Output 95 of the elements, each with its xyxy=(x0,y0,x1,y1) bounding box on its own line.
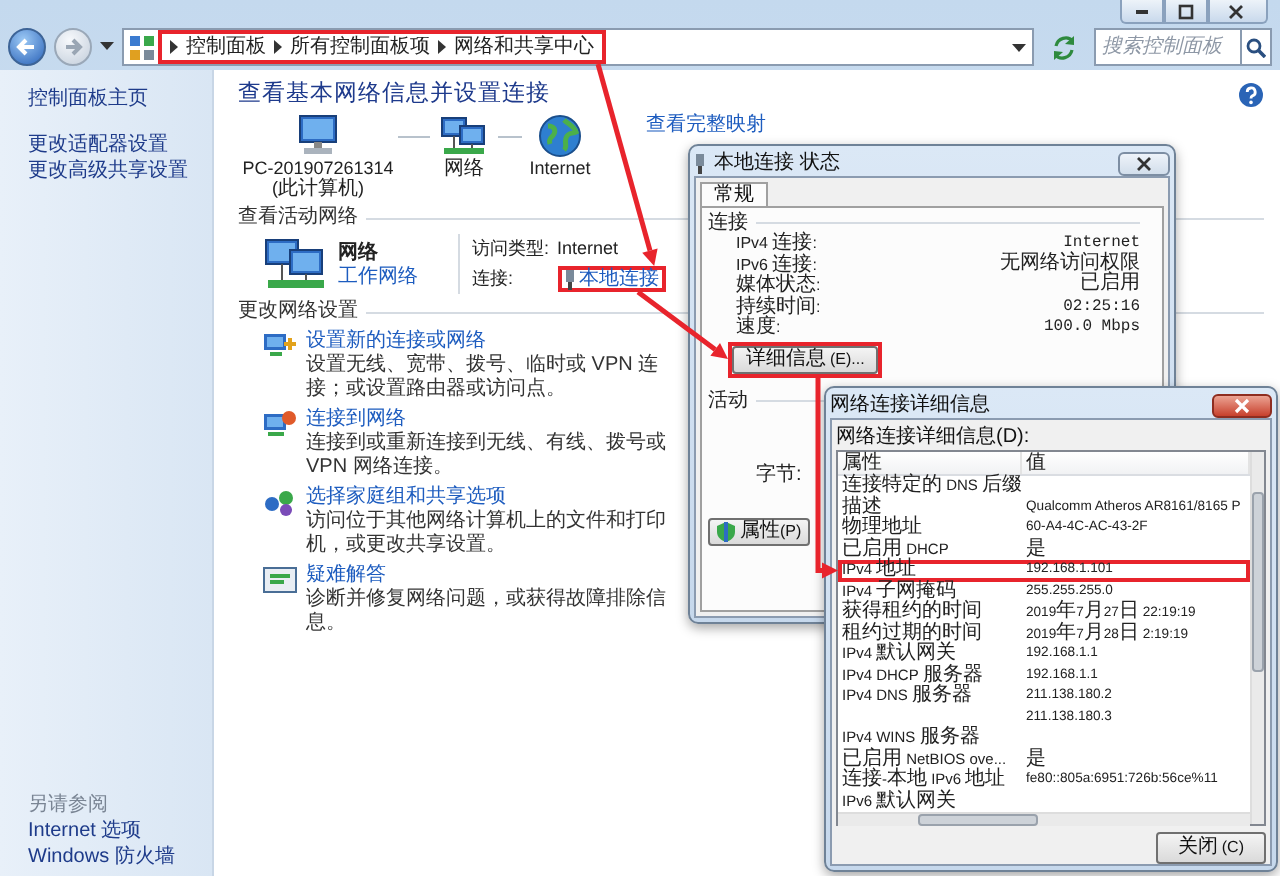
network-icon xyxy=(262,236,330,292)
network-icon xyxy=(440,114,488,158)
task-description: 访问位于其他网络计算机上的文件和打印机，或更改共享设置。 xyxy=(306,510,668,558)
map-link[interactable]: 查看完整映射 xyxy=(646,114,766,138)
address-bar[interactable]: 控制面板 所有控制面板项 网络和共享中心 xyxy=(122,28,1034,66)
recent-pages-button[interactable] xyxy=(100,42,114,52)
shield-icon xyxy=(716,521,736,541)
dropdown-icon xyxy=(1012,43,1026,51)
plug-icon xyxy=(563,269,576,289)
task-link[interactable]: 连接到网络 xyxy=(306,408,406,432)
caret-icon xyxy=(100,42,114,52)
section-title: 连接 xyxy=(708,212,748,234)
sidebar-link[interactable]: 更改适配器设置 xyxy=(28,132,168,158)
details-button[interactable]: 详细信息(E)... xyxy=(732,345,879,373)
task-description: 连接到或重新连接到无线、有线、拨号或 VPN 网络连接。 xyxy=(306,432,668,480)
list-cell-text: 物理地址 xyxy=(840,518,924,538)
node-label: PC-201907261314 (此计算机) xyxy=(242,158,394,200)
list-cell-text: 获得租约的时间 xyxy=(840,602,984,622)
task-link[interactable]: 设置新的连接或网络 xyxy=(306,330,486,354)
connection-link[interactable]: 本地连接 xyxy=(579,267,660,291)
breadcrumb-item[interactable]: 所有控制面板项 xyxy=(290,35,430,59)
chevron-icon xyxy=(274,40,282,54)
close-button[interactable] xyxy=(1118,151,1170,175)
maximize-button[interactable] xyxy=(1164,0,1208,24)
properties-button[interactable]: 属性(P) xyxy=(708,517,810,545)
minimize-icon xyxy=(1136,9,1148,13)
breadcrumb-item[interactable]: 控制面板 xyxy=(186,35,266,59)
field-label: 访问类型: xyxy=(472,236,550,262)
close-icon xyxy=(1232,395,1252,415)
section-title: 更改网络设置 xyxy=(238,300,358,324)
search-icon xyxy=(1246,37,1266,57)
control-panel-icon xyxy=(130,35,154,59)
network-type-link[interactable]: 工作网络 xyxy=(338,265,418,289)
field-value: Internet xyxy=(1063,234,1140,252)
scrollbar[interactable] xyxy=(1250,452,1264,824)
list-cell-text: 描述 xyxy=(840,497,882,517)
dialog-title: 本地连接 状态 xyxy=(714,150,840,176)
breadcrumb-item[interactable]: 网络和共享中心 xyxy=(454,35,594,59)
list-cell-text: 是 xyxy=(1024,749,1048,772)
close-button[interactable] xyxy=(1212,393,1272,417)
sidebar-link[interactable]: 控制面板主页 xyxy=(28,86,148,112)
tab[interactable]: 常规 xyxy=(700,182,768,206)
close-icon xyxy=(1134,153,1154,173)
computer-globe-icon xyxy=(262,408,298,440)
help-icon xyxy=(1238,81,1264,107)
field-label: 媒体状态: xyxy=(736,276,821,296)
task-description: 设置无线、宽带、拨号、临时或 VPN 连接；或设置路由器或访问点。 xyxy=(306,354,661,402)
task-description: 诊断并修复网络问题，或获得故障排除信息。 xyxy=(306,588,668,636)
task-link[interactable]: 疑难解答 xyxy=(306,564,386,588)
search-button[interactable] xyxy=(1242,28,1272,66)
field-label: 速度: xyxy=(736,318,783,339)
task-link[interactable]: 选择家庭组和共享选项 xyxy=(306,486,506,510)
node-label: Internet xyxy=(529,158,591,178)
node-label: 网络 xyxy=(444,158,484,180)
field-label: IPv6 连接: xyxy=(736,255,819,275)
list-label: 网络连接详细信息(D): xyxy=(836,424,1032,450)
field-value: 02:25:16 xyxy=(1061,297,1140,318)
field-label: IPv4 连接: xyxy=(736,234,819,254)
column-header[interactable]: 属性 xyxy=(838,452,1022,474)
screen-icon xyxy=(262,564,298,596)
refresh-icon xyxy=(1050,33,1078,61)
plug-icon xyxy=(694,153,706,173)
maximize-icon xyxy=(1174,1,1198,21)
close-dialog-button[interactable]: 关闭(C) xyxy=(1155,832,1266,864)
field-value: 已启用 xyxy=(1078,276,1140,297)
section-title: 活动 xyxy=(708,389,748,411)
section-title: 查看活动网络 xyxy=(238,206,358,230)
chevron-icon xyxy=(438,40,446,54)
field-value: Internet xyxy=(557,236,621,262)
close-button[interactable] xyxy=(1208,0,1268,24)
sidebar-link[interactable]: Internet 选项 xyxy=(28,818,142,844)
scrollbar[interactable] xyxy=(838,812,1250,826)
list-cell-text: 租约过期的时间 xyxy=(840,623,984,643)
scroll-thumb[interactable] xyxy=(1252,492,1264,672)
computer-plus-icon xyxy=(262,330,298,362)
list-cell-text: 是 xyxy=(1024,539,1048,562)
chevron-icon xyxy=(170,40,178,54)
search-field[interactable]: 搜索控制面板 xyxy=(1094,28,1242,66)
refresh-button[interactable] xyxy=(1050,33,1078,61)
field-label: 持续时间: xyxy=(736,297,821,317)
minimize-button[interactable] xyxy=(1120,0,1164,24)
network-name: 网络 xyxy=(338,239,380,265)
dialog-title: 网络连接详细信息 xyxy=(830,392,990,418)
column-header[interactable]: 值 xyxy=(1022,452,1250,474)
scroll-thumb[interactable] xyxy=(918,814,1038,826)
page-heading: 查看基本网络信息并设置连接 xyxy=(238,80,550,108)
field-label: 连接: xyxy=(472,266,516,292)
back-button[interactable] xyxy=(8,28,46,66)
section-title: 另请参阅 xyxy=(28,792,108,818)
sidebar-link[interactable]: Windows 防火墙 xyxy=(28,844,175,870)
field-label: 字节: xyxy=(756,463,802,485)
globe-icon xyxy=(538,114,582,158)
field-value: 100.0 Mbps xyxy=(1041,318,1140,339)
group-icon xyxy=(262,486,298,518)
sidebar-link[interactable]: 更改高级共享设置 xyxy=(28,158,188,184)
